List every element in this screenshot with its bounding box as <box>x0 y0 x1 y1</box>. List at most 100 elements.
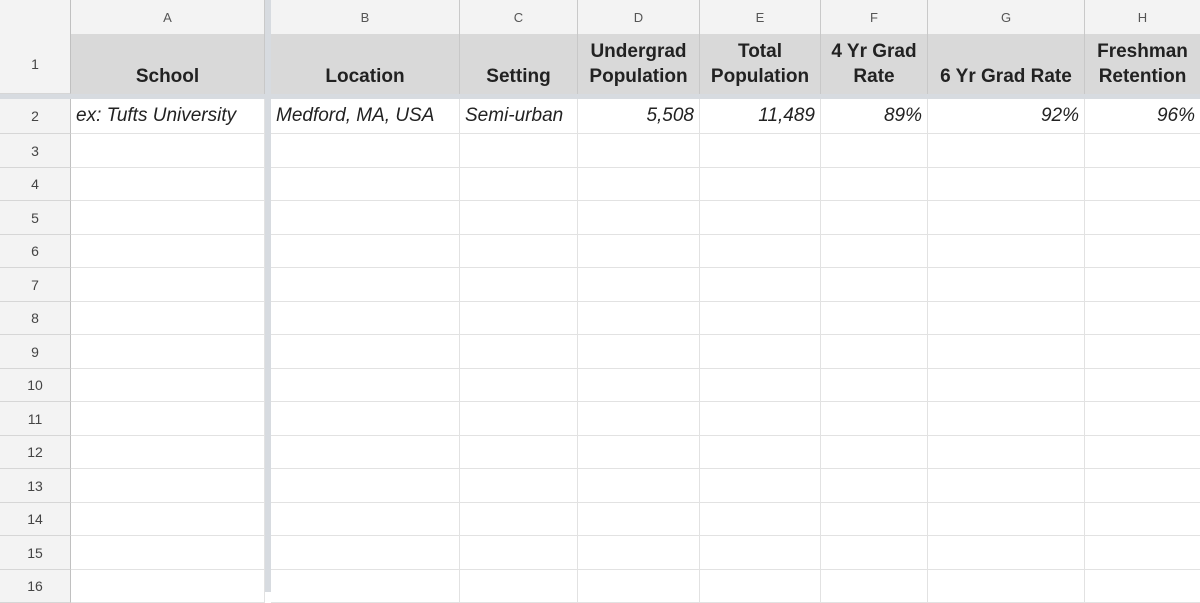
empty-cell[interactable] <box>71 134 265 168</box>
empty-cell[interactable] <box>578 536 700 570</box>
empty-cell[interactable] <box>460 436 578 469</box>
empty-cell[interactable] <box>71 235 265 268</box>
empty-cell[interactable] <box>821 570 928 603</box>
empty-cell[interactable] <box>460 235 578 268</box>
empty-cell[interactable] <box>928 536 1085 570</box>
empty-cell[interactable] <box>821 402 928 436</box>
header-cell-location[interactable]: Location <box>271 34 460 94</box>
empty-cell[interactable] <box>821 536 928 570</box>
cell-e2-total-population[interactable]: 11,489 <box>700 99 821 134</box>
empty-cell[interactable] <box>578 469 700 503</box>
cell-f2-4yr-grad-rate[interactable]: 89% <box>821 99 928 134</box>
row-header-1[interactable]: 1 <box>0 34 71 94</box>
empty-cell[interactable] <box>700 469 821 503</box>
empty-cell[interactable] <box>271 469 460 503</box>
empty-cell[interactable] <box>700 402 821 436</box>
select-all-corner[interactable] <box>0 0 71 34</box>
header-cell-freshman-retention[interactable]: Freshman Retention <box>1085 34 1200 94</box>
empty-cell[interactable] <box>578 201 700 235</box>
empty-cell[interactable] <box>928 268 1085 302</box>
empty-cell[interactable] <box>578 436 700 469</box>
column-header-e[interactable]: E <box>700 0 821 34</box>
empty-cell[interactable] <box>821 302 928 335</box>
empty-cell[interactable] <box>460 134 578 168</box>
empty-cell[interactable] <box>1085 134 1200 168</box>
empty-cell[interactable] <box>928 570 1085 603</box>
empty-cell[interactable] <box>1085 235 1200 268</box>
empty-cell[interactable] <box>821 268 928 302</box>
empty-cell[interactable] <box>460 369 578 402</box>
empty-cell[interactable] <box>271 402 460 436</box>
empty-cell[interactable] <box>1085 469 1200 503</box>
empty-cell[interactable] <box>928 503 1085 536</box>
empty-cell[interactable] <box>71 268 265 302</box>
header-cell-6yr-grad-rate[interactable]: 6 Yr Grad Rate <box>928 34 1085 94</box>
empty-cell[interactable] <box>460 570 578 603</box>
cell-g2-6yr-grad-rate[interactable]: 92% <box>928 99 1085 134</box>
empty-cell[interactable] <box>700 570 821 603</box>
empty-cell[interactable] <box>1085 536 1200 570</box>
row-header-9[interactable]: 9 <box>0 335 71 369</box>
header-cell-setting[interactable]: Setting <box>460 34 578 94</box>
empty-cell[interactable] <box>821 469 928 503</box>
empty-cell[interactable] <box>1085 402 1200 436</box>
empty-cell[interactable] <box>821 369 928 402</box>
empty-cell[interactable] <box>821 168 928 201</box>
empty-cell[interactable] <box>700 369 821 402</box>
empty-cell[interactable] <box>578 503 700 536</box>
empty-cell[interactable] <box>1085 168 1200 201</box>
empty-cell[interactable] <box>460 335 578 369</box>
header-cell-total-population[interactable]: Total Population <box>700 34 821 94</box>
row-header-12[interactable]: 12 <box>0 436 71 469</box>
frozen-row-divider[interactable] <box>0 94 1200 99</box>
empty-cell[interactable] <box>71 436 265 469</box>
empty-cell[interactable] <box>1085 503 1200 536</box>
empty-cell[interactable] <box>578 134 700 168</box>
header-cell-undergrad-population[interactable]: Undergrad Population <box>578 34 700 94</box>
empty-cell[interactable] <box>271 168 460 201</box>
empty-cell[interactable] <box>928 369 1085 402</box>
column-header-h[interactable]: H <box>1085 0 1200 34</box>
empty-cell[interactable] <box>821 235 928 268</box>
empty-cell[interactable] <box>271 235 460 268</box>
empty-cell[interactable] <box>460 168 578 201</box>
cell-c2-setting[interactable]: Semi-urban <box>460 99 578 134</box>
empty-cell[interactable] <box>271 268 460 302</box>
empty-cell[interactable] <box>460 469 578 503</box>
empty-cell[interactable] <box>1085 436 1200 469</box>
row-header-15[interactable]: 15 <box>0 536 71 570</box>
empty-cell[interactable] <box>460 536 578 570</box>
empty-cell[interactable] <box>821 436 928 469</box>
empty-cell[interactable] <box>928 302 1085 335</box>
empty-cell[interactable] <box>271 503 460 536</box>
empty-cell[interactable] <box>271 369 460 402</box>
empty-cell[interactable] <box>821 201 928 235</box>
empty-cell[interactable] <box>71 570 265 603</box>
empty-cell[interactable] <box>578 302 700 335</box>
column-header-g[interactable]: G <box>928 0 1085 34</box>
empty-cell[interactable] <box>71 402 265 436</box>
empty-cell[interactable] <box>928 335 1085 369</box>
empty-cell[interactable] <box>821 503 928 536</box>
empty-cell[interactable] <box>578 570 700 603</box>
empty-cell[interactable] <box>700 235 821 268</box>
empty-cell[interactable] <box>700 436 821 469</box>
empty-cell[interactable] <box>71 201 265 235</box>
empty-cell[interactable] <box>700 536 821 570</box>
row-header-6[interactable]: 6 <box>0 235 71 268</box>
cell-b2-location[interactable]: Medford, MA, USA <box>271 99 460 134</box>
empty-cell[interactable] <box>1085 369 1200 402</box>
row-header-16[interactable]: 16 <box>0 570 71 603</box>
row-header-8[interactable]: 8 <box>0 302 71 335</box>
cell-a2-school[interactable]: ex: Tufts University <box>71 99 265 134</box>
empty-cell[interactable] <box>928 436 1085 469</box>
column-header-a[interactable]: A <box>71 0 265 34</box>
row-header-3[interactable]: 3 <box>0 134 71 168</box>
row-header-7[interactable]: 7 <box>0 268 71 302</box>
empty-cell[interactable] <box>928 469 1085 503</box>
row-header-14[interactable]: 14 <box>0 503 71 536</box>
empty-cell[interactable] <box>578 402 700 436</box>
empty-cell[interactable] <box>71 536 265 570</box>
column-header-c[interactable]: C <box>460 0 578 34</box>
empty-cell[interactable] <box>271 302 460 335</box>
